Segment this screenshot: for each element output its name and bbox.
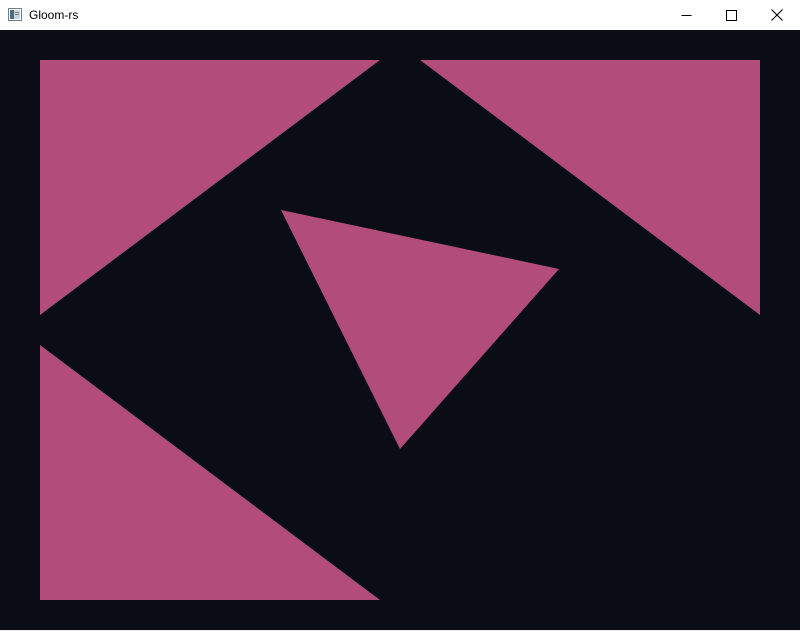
maximize-icon xyxy=(725,9,737,21)
close-icon xyxy=(771,9,783,21)
render-canvas[interactable] xyxy=(0,30,800,630)
render-scene xyxy=(0,30,800,630)
app-window: Gloom-rs xyxy=(0,0,800,631)
minimize-button[interactable] xyxy=(663,0,709,30)
minimize-icon xyxy=(681,14,691,16)
title-bar[interactable]: Gloom-rs xyxy=(0,0,800,30)
app-window-icon xyxy=(8,8,22,21)
maximize-button[interactable] xyxy=(708,0,754,30)
window-title: Gloom-rs xyxy=(29,8,79,22)
close-button[interactable] xyxy=(754,0,800,30)
